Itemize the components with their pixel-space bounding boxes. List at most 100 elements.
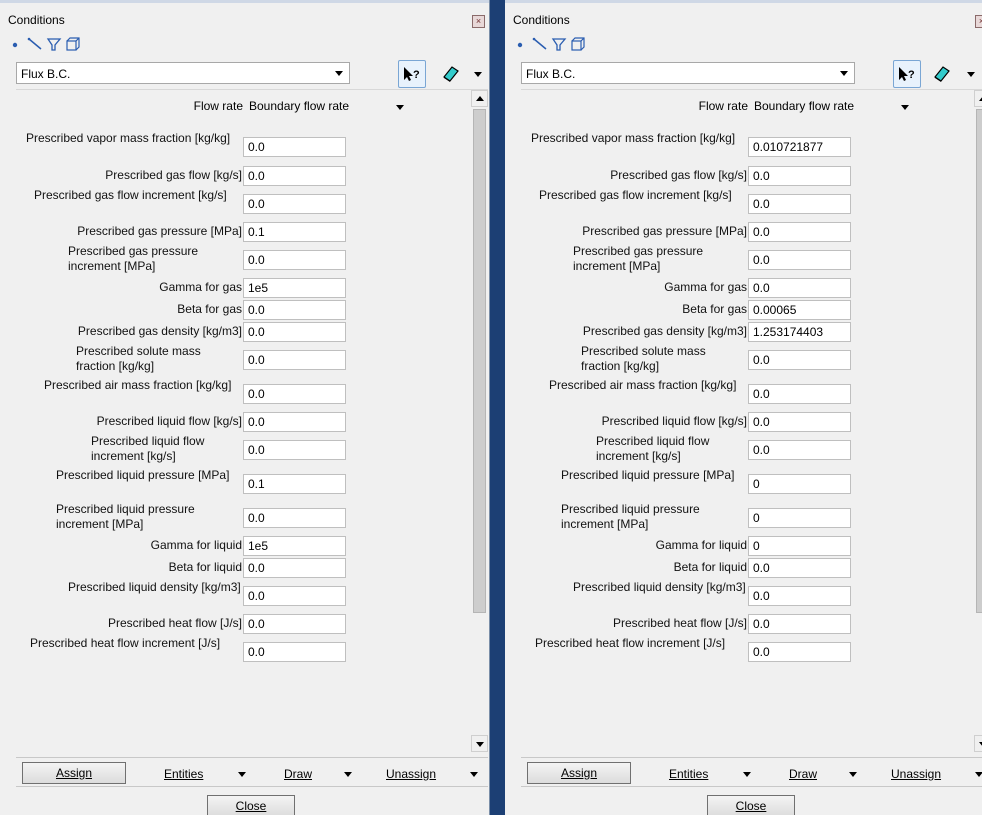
more-options-chevron-icon[interactable] xyxy=(967,72,975,77)
window-close-icon[interactable]: × xyxy=(472,15,485,28)
unassign-menu[interactable]: Unassign xyxy=(891,767,941,781)
field-input[interactable]: 0 xyxy=(748,474,851,494)
point-icon[interactable] xyxy=(515,37,529,51)
field-input[interactable]: 1e5 xyxy=(243,536,346,556)
field-input[interactable]: 0.0 xyxy=(243,440,346,460)
vertical-scrollbar[interactable] xyxy=(471,90,488,752)
chevron-down-icon[interactable] xyxy=(743,772,751,777)
field-input[interactable]: 0.0 xyxy=(243,614,346,634)
chevron-down-icon xyxy=(335,71,343,76)
field-input[interactable]: 0.0 xyxy=(243,300,346,320)
volume-icon[interactable] xyxy=(65,37,81,51)
surface-icon[interactable] xyxy=(46,37,62,51)
line-icon[interactable] xyxy=(27,37,43,51)
field-input[interactable]: 0.0 xyxy=(748,194,851,214)
flow-rate-select[interactable]: Boundary flow rate xyxy=(754,99,854,113)
assign-button[interactable]: Assign xyxy=(22,762,126,784)
field-input[interactable]: 0.0 xyxy=(243,350,346,370)
scroll-up-button[interactable] xyxy=(471,90,488,107)
field-input[interactable]: 0.0 xyxy=(243,166,346,186)
unassign-menu[interactable]: Unassign xyxy=(386,767,436,781)
close-button[interactable]: Close xyxy=(707,795,795,815)
flow-rate-label: Flow rate xyxy=(193,99,243,113)
field-input[interactable]: 0.0 xyxy=(243,558,346,578)
field-label: Prescribed solute mass fraction [kg/kg] xyxy=(581,344,706,373)
flow-rate-select[interactable]: Boundary flow rate xyxy=(249,99,349,113)
field-input[interactable]: 0.0 xyxy=(243,586,346,606)
field-input[interactable]: 0.0 xyxy=(243,642,346,662)
chevron-down-icon[interactable] xyxy=(344,772,352,777)
chevron-down-icon[interactable] xyxy=(238,772,246,777)
field-input[interactable]: 0.0 xyxy=(243,322,346,342)
field-input[interactable]: 0.0 xyxy=(748,384,851,404)
action-bar: Assign Entities Draw Unassign xyxy=(16,757,488,787)
surface-icon[interactable] xyxy=(551,37,567,51)
field-input[interactable]: 0.0 xyxy=(748,642,851,662)
help-pointer-icon[interactable]: ? xyxy=(893,60,921,88)
field-input[interactable]: 0.0 xyxy=(748,166,851,186)
field-input[interactable]: 0.010721877 xyxy=(748,137,851,157)
field-input[interactable]: 0.0 xyxy=(748,558,851,578)
field-input[interactable]: 0.1 xyxy=(243,474,346,494)
field-input[interactable]: 0.0 xyxy=(243,137,346,157)
field-label: Gamma for liquid xyxy=(655,538,747,552)
window-close-icon[interactable]: × xyxy=(975,15,982,28)
volume-icon[interactable] xyxy=(570,37,586,51)
draw-menu[interactable]: Draw xyxy=(789,767,817,781)
vertical-scrollbar[interactable] xyxy=(974,90,982,752)
chevron-down-icon[interactable] xyxy=(396,105,404,110)
condition-type-select[interactable]: Flux B.C. xyxy=(16,62,350,84)
eraser-icon[interactable] xyxy=(932,64,952,87)
field-input[interactable]: 0.0 xyxy=(748,586,851,606)
field-input[interactable]: 0.0 xyxy=(748,350,851,370)
assign-button[interactable]: Assign xyxy=(527,762,631,784)
field-label: Prescribed liquid flow increment [kg/s] xyxy=(91,434,205,463)
field-input[interactable]: 0.0 xyxy=(243,250,346,270)
scroll-down-button[interactable] xyxy=(471,735,488,752)
help-pointer-icon[interactable]: ? xyxy=(398,60,426,88)
field-input[interactable]: 0.0 xyxy=(748,412,851,432)
entities-menu[interactable]: Entities xyxy=(669,767,708,781)
scroll-thumb[interactable] xyxy=(473,109,486,613)
field-row: Prescribed liquid flow increment [kg/s] 0… xyxy=(16,433,346,467)
draw-menu[interactable]: Draw xyxy=(284,767,312,781)
field-input[interactable]: 0.00065 xyxy=(748,300,851,320)
condition-type-select[interactable]: Flux B.C. xyxy=(521,62,855,84)
field-input[interactable]: 0.0 xyxy=(243,412,346,432)
field-input[interactable]: 0.0 xyxy=(243,384,346,404)
eraser-icon[interactable] xyxy=(441,64,461,87)
line-icon[interactable] xyxy=(532,37,548,51)
conditions-form: Flow rate Boundary flow rate Prescribed … xyxy=(521,89,982,752)
field-input[interactable]: 0.1 xyxy=(243,222,346,242)
more-options-chevron-icon[interactable] xyxy=(474,72,482,77)
field-label: Prescribed gas density [kg/m3] xyxy=(582,324,747,338)
field-label: Prescribed gas flow increment [kg/s] xyxy=(539,188,732,202)
chevron-down-icon[interactable] xyxy=(849,772,857,777)
point-icon[interactable] xyxy=(10,37,24,51)
field-input[interactable]: 1.253174403 xyxy=(748,322,851,342)
field-input[interactable]: 0.0 xyxy=(748,614,851,634)
field-input[interactable]: 0.0 xyxy=(243,508,346,528)
field-input[interactable]: 0.0 xyxy=(748,440,851,460)
scroll-up-button[interactable] xyxy=(974,90,982,107)
scroll-thumb[interactable] xyxy=(976,109,982,613)
field-row: Prescribed gas flow increment [kg/s] 0.0 xyxy=(521,187,851,221)
field-input[interactable]: 1e5 xyxy=(243,278,346,298)
entities-menu[interactable]: Entities xyxy=(164,767,203,781)
field-row: Beta for gas 0.00065 xyxy=(521,299,851,321)
field-label: Beta for liquid xyxy=(673,560,747,574)
field-input[interactable]: 0 xyxy=(748,536,851,556)
title-bar: Conditions × xyxy=(0,3,489,33)
close-button[interactable]: Close xyxy=(207,795,295,815)
field-input[interactable]: 0.0 xyxy=(243,194,346,214)
chevron-down-icon[interactable] xyxy=(901,105,909,110)
field-input[interactable]: 0 xyxy=(748,508,851,528)
chevron-down-icon[interactable] xyxy=(975,772,982,777)
field-input[interactable]: 0.0 xyxy=(748,222,851,242)
field-input[interactable]: 0.0 xyxy=(748,250,851,270)
chevron-down-icon[interactable] xyxy=(470,772,478,777)
conditions-form: Flow rate Boundary flow rate Prescribed … xyxy=(16,89,488,752)
field-input[interactable]: 0.0 xyxy=(748,278,851,298)
scroll-down-button[interactable] xyxy=(974,735,982,752)
window-title: Conditions xyxy=(513,13,570,27)
